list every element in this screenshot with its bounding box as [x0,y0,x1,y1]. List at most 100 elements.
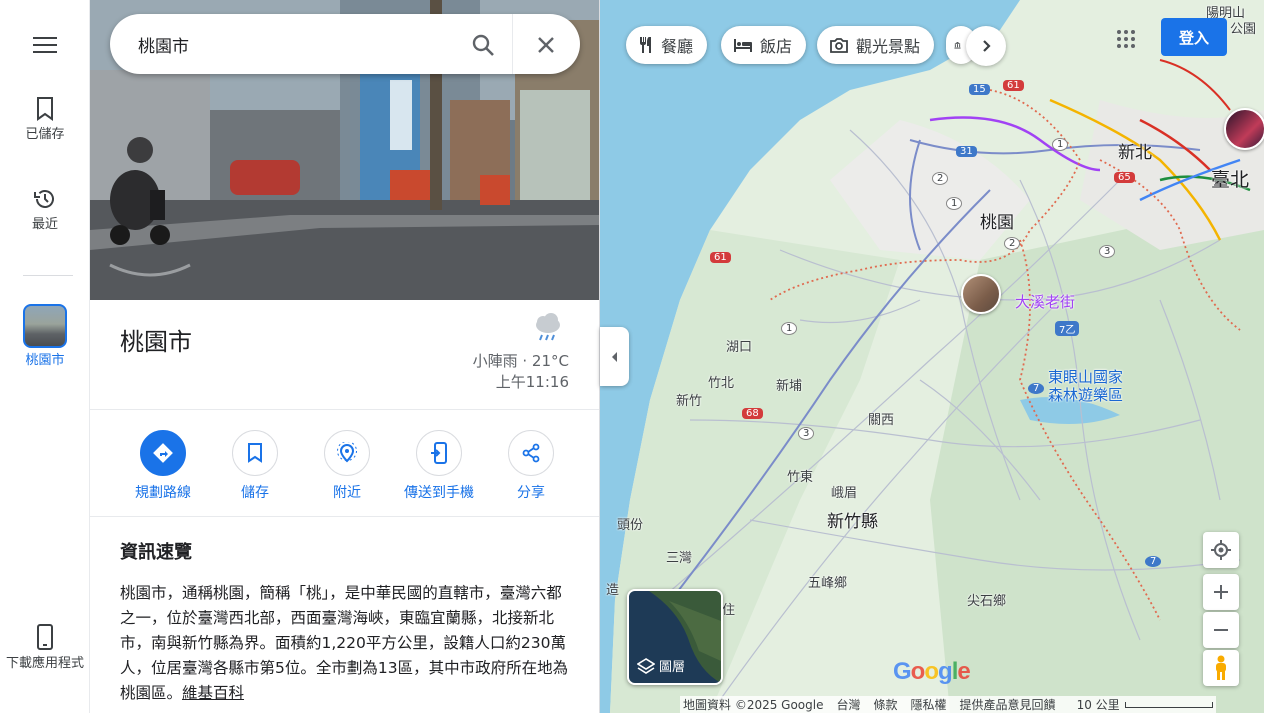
road-shield-61: 61 [1003,80,1024,91]
chip-hotels-label: 飯店 [760,37,793,56]
chevron-right-icon [983,40,991,52]
map-label-zhudong: 竹東 [787,470,814,485]
directions-label: 規劃路線 [135,485,191,501]
nearby-icon [337,442,357,463]
map-label-guanxi: 關西 [868,413,895,428]
side-rail: 已儲存 最近 桃園市 下載應用程式 [0,0,90,713]
chip-restaurants-label: 餐廳 [661,37,694,56]
chip-hotels[interactable]: 飯店 [721,26,807,64]
footer-scale-label[interactable]: 10 公里 [1077,696,1120,713]
directions-button[interactable]: 規劃路線 [117,422,209,506]
footer-privacy-link[interactable]: 隱私權 [911,696,947,713]
collapse-panel-button[interactable] [600,327,629,386]
bookmark-icon [248,443,262,463]
search-input[interactable] [138,28,450,60]
street-view-pegman-button[interactable] [1203,650,1239,686]
zoom-out-button[interactable] [1203,612,1239,648]
wiki-link[interactable]: 維基百科 [182,684,244,702]
footer-taiwan-link[interactable]: 台灣 [837,696,861,713]
nearby-label: 附近 [333,485,361,501]
map-label-zhu: 住 [722,603,736,618]
signin-button[interactable]: 登入 [1161,18,1227,56]
search-divider [512,14,513,74]
street-view-photo[interactable] [90,0,599,300]
zoom-in-button[interactable] [1203,574,1239,610]
rain-cloud-icon [536,313,560,341]
daxi-photo-pin[interactable] [961,274,1001,314]
menu-icon [33,37,57,53]
share-button[interactable]: 分享 [485,422,577,506]
google-logo: Google [893,658,971,685]
chips-next-button[interactable] [966,26,1006,66]
chip-attractions[interactable]: 觀光景點 [817,26,935,64]
museum-icon [954,41,961,49]
nearby-circle [324,430,370,476]
bookmark-icon [37,97,53,121]
search-button[interactable] [466,28,500,62]
place-panel: 桃園市 小陣雨 · 21°C 上午11:16 規劃路線 儲存 附近 [90,0,600,713]
layers-label: 圖層 [637,656,685,675]
map-label-emei: 峨眉 [831,486,858,501]
taibei-photo-pin[interactable] [1224,108,1264,150]
saved-button[interactable]: 已儲存 [0,88,90,152]
recent-place-taoyuan[interactable]: 桃園市 [0,300,90,374]
apps-grid-icon [1117,30,1135,48]
map-label-taoyuan: 桃園 [980,213,1014,233]
menu-button[interactable] [0,22,90,68]
download-label: 下載應用程式 [5,656,84,671]
map-label-xinpu: 新埔 [776,379,803,394]
history-icon [34,190,54,208]
map-label-forest[interactable]: 森林遊樂區 [1048,384,1123,405]
share-circle [508,430,554,476]
share-label: 分享 [517,485,545,501]
map-label-park: 公園 [1230,22,1257,37]
close-icon [538,37,554,53]
recent-label: 最近 [31,217,58,232]
hotel-icon [734,39,752,52]
camera-icon [830,38,848,53]
recent-button[interactable]: 最近 [0,178,90,242]
save-button[interactable]: 儲存 [209,422,301,506]
share-icon [522,443,540,463]
road-shield-68: 68 [742,408,763,419]
google-apps-button[interactable] [1110,23,1142,55]
directions-circle [140,430,186,476]
restaurant-icon [640,37,651,53]
nearby-button[interactable]: 附近 [301,422,393,506]
road-shield-31: 31 [956,146,977,157]
weather-time: 上午11:16 [495,373,569,391]
phone-icon [37,624,53,650]
road-shield-15: 15 [969,84,990,95]
action-buttons: 規劃路線 儲存 附近 傳送到手機 分享 [117,422,577,506]
road-shield-7yi: 7乙 [1055,321,1080,336]
map-label-hukou: 湖口 [726,340,753,355]
footer-feedback-link[interactable]: 提供產品意見回饋 [960,696,1056,713]
chip-restaurants[interactable]: 餐廳 [626,26,708,64]
divider [90,516,599,517]
chevron-left-icon [611,351,617,362]
my-location-button[interactable] [1203,532,1239,568]
divider [90,409,599,410]
search-icon [472,34,494,56]
road-shield-65: 65 [1114,172,1135,183]
layers-button[interactable]: 圖層 [627,589,723,685]
scale-bar [1124,701,1213,708]
send-to-phone-button[interactable]: 傳送到手機 [393,422,485,506]
layers-icon [637,657,655,674]
rail-divider [23,275,73,276]
clear-search-button[interactable] [529,28,563,62]
download-app-button[interactable]: 下載應用程式 [0,604,90,692]
map-label-sanwan: 三灣 [666,551,693,566]
map-label-xinbei: 新北 [1118,143,1152,163]
saved-label: 已儲存 [25,127,65,142]
plus-icon [1214,585,1228,599]
minus-icon [1214,629,1228,631]
map-label-xinzhu: 新竹 [676,394,703,409]
place-label: 桃園市 [25,353,65,368]
place-title: 桃園市 [120,328,192,356]
footer-terms-link[interactable]: 條款 [874,696,898,713]
map-footer: 地圖資料 ©2025 Google 台灣 條款 隱私權 提供產品意見回饋 10 … [680,696,1216,713]
send-to-phone-icon [431,442,447,464]
send-circle [416,430,462,476]
map-label-daxi[interactable]: 大溪老街 [1015,291,1075,312]
